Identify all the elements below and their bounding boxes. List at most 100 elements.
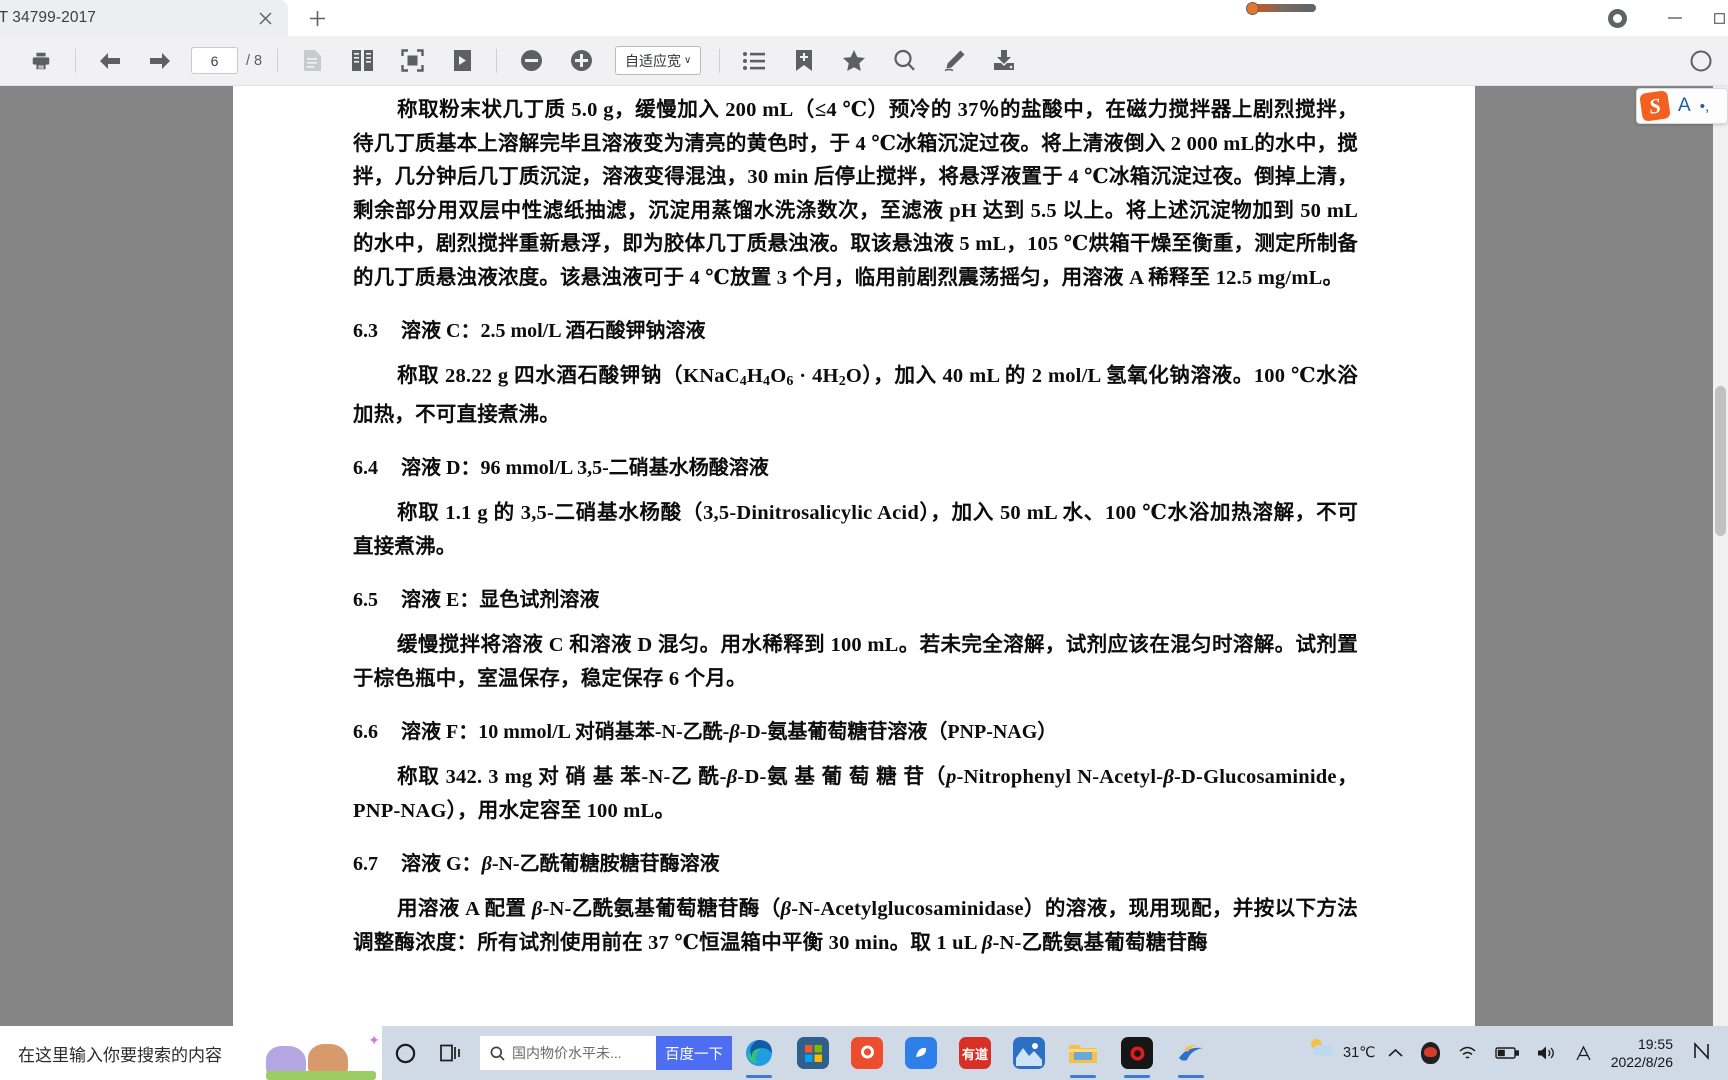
section-heading: 6.5 溶液 E：显色试剂溶液 [353,585,1358,615]
clock-date: 2022/8/26 [1610,1054,1673,1070]
taskbar-app-photos[interactable] [1002,1026,1056,1080]
chevron-up-icon[interactable] [1379,1026,1412,1080]
taskbar-app-blue-swoosh[interactable] [1164,1026,1218,1080]
page-navigation: / 8 [191,47,262,74]
zoom-level-select[interactable]: 自适应宽 ∨ [615,46,702,75]
blue-note-icon [905,1037,937,1069]
maximize-button[interactable] [1706,0,1728,36]
weather-temperature: 31℃ [1343,1045,1376,1061]
section-heading: 6.6 溶液 F：10 mmol/L 对硝基苯-N-乙酰-β-D-氨基葡萄糖苷溶液… [353,717,1358,747]
tab-title: B T 34799-2017 [0,9,97,26]
tab-slider-widget[interactable] [1246,2,1316,15]
document-paragraph: 称取 28.22 g 四水酒石酸钾钠（KNaC4H4O6 · 4H2O），加入 … [353,365,1358,426]
section-number: 6.6 [353,721,378,744]
grass-illustration [266,1071,376,1080]
avatar [1607,8,1627,28]
section-number: 6.3 [353,320,378,342]
battery-icon[interactable] [1486,1026,1528,1080]
vertical-scrollbar[interactable] [1713,86,1728,1026]
sogou-logo-icon[interactable]: S [1639,90,1671,122]
taskbar-app-microsoft-store[interactable] [786,1026,840,1080]
single-page-icon[interactable] [294,43,330,79]
section-title: 溶液 F：10 mmol/L 对硝基苯-N-乙酰-β-D-氨基葡萄糖苷溶液（PN… [401,721,1058,744]
arrow-right-icon[interactable] [142,43,178,79]
document-paragraph: 称取 1.1 g 的 3,5-二硝基水杨酸（3,5-Dinitrosalicyl… [353,502,1358,558]
section-heading: 6.3 溶液 C：2.5 mol/L 酒石酸钾钠溶液 [353,316,1358,346]
taskbar-app-file-explorer[interactable] [1056,1026,1110,1080]
task-view-icon[interactable] [428,1026,474,1080]
ime-mode-label[interactable]: A [1678,95,1691,117]
outline-list-icon[interactable] [736,43,772,79]
zoom-level-label: 自适应宽 [624,52,681,69]
weather-widget[interactable]: 31℃ [1307,1026,1379,1080]
taskbar-app-orange[interactable] [840,1026,894,1080]
profile-avatar[interactable] [1602,0,1632,36]
pdf-toolbar: / 8 [0,36,1728,86]
baidu-search-input[interactable]: 国内物价水平未... [480,1036,656,1070]
minimize-button[interactable] [1660,0,1690,36]
zoom-in-icon[interactable] [563,43,599,79]
presentation-icon[interactable] [444,43,480,79]
document-paragraph: 缓慢搅拌将溶液 C 和溶液 D 混匀。用水稀释到 100 mL。若未完全溶解，试… [353,634,1358,690]
baidu-search-button[interactable]: 百度一下 [656,1036,732,1070]
toolbar-divider [277,48,279,73]
more-icon[interactable] [1683,43,1719,79]
section-heading: 6.7 溶液 G：β-N-乙酰葡糖胺糖苷酶溶液 [353,849,1358,879]
page-number-input[interactable] [191,47,238,74]
windows-taskbar: 在这里输入你要搜索的内容 ✦ 国内物价水平未... 百度一下 有道 31℃ 19… [0,1026,1728,1080]
arrow-left-icon[interactable] [92,43,128,79]
app-orange-icon [851,1037,883,1069]
slider-track [1252,4,1316,12]
app-dark-red-icon [1121,1037,1153,1069]
wifi-icon[interactable] [1449,1026,1486,1080]
pencil-icon[interactable] [936,43,972,79]
taskbar-app-blue-note[interactable] [894,1026,948,1080]
search-placeholder: 在这里输入你要搜索的内容 [18,1045,222,1065]
taskbar-search-box[interactable]: 在这里输入你要搜索的内容 ✦ [0,1026,382,1080]
pdf-page-content: 称取粉末状几丁质 5.0 g，缓慢加入 200 mL（≤4 ℃）预冷的 37％的… [353,94,1358,960]
browser-tab-strip: B T 34799-2017 [0,0,1728,36]
star-icon[interactable] [836,43,872,79]
taskbar-app-dark-red[interactable] [1110,1026,1164,1080]
volume-icon[interactable] [1528,1026,1566,1080]
print-icon[interactable] [23,43,59,79]
browser-tab[interactable]: B T 34799-2017 [0,0,288,36]
close-icon[interactable] [252,5,278,31]
document-paragraph: 称取粉末状几丁质 5.0 g，缓慢加入 200 mL（≤4 ℃）预冷的 37％的… [353,99,1358,289]
document-paragraph: 称取 342. 3 mg 对 硝 基 苯-N-乙 酰-β-D-氨 基 葡 萄 糖… [353,766,1358,822]
sparkle-icon: ✦ [368,1032,380,1048]
page-count-label: / 8 [246,52,263,69]
pdf-page: 称取粉末状几丁质 5.0 g，缓慢加入 200 mL（≤4 ℃）预冷的 37％的… [233,86,1475,1026]
weather-cloud-icon [1312,1045,1333,1056]
document-paragraph: 用溶液 A 配置 β-N-乙酰氨基葡萄糖苷酶（β-N-Acetylglucosa… [353,898,1358,954]
zoom-out-icon[interactable] [513,43,549,79]
youdao-icon: 有道 [959,1037,991,1069]
section-heading: 6.4 溶液 D：96 mmol/L 3,5-二硝基水杨酸溶液 [353,453,1358,483]
two-page-icon[interactable] [344,43,380,79]
notification-icon[interactable] [1683,1041,1720,1065]
taskbar-app-youdao[interactable]: 有道 [948,1026,1002,1080]
ime-punctuation-icon[interactable]: •, [1700,98,1709,115]
new-tab-button[interactable] [300,1,334,35]
ime-A-icon[interactable] [1566,1026,1601,1080]
slider-knob[interactable] [1246,2,1259,15]
cortana-circle-icon[interactable] [382,1026,428,1080]
fit-page-icon[interactable] [394,43,430,79]
qq-penguin-icon[interactable] [1412,1026,1449,1080]
scrollbar-thumb[interactable] [1715,386,1726,536]
baidu-query-text: 国内物价水平未... [512,1045,622,1061]
microsoft-store-icon [797,1037,829,1069]
taskbar-app-edge[interactable] [732,1026,786,1080]
taskbar-clock[interactable]: 19:55 2022/8/26 [1601,1035,1683,1071]
sogou-ime-floating-bar[interactable]: S A •, [1636,88,1728,124]
system-tray: 31℃ 19:55 2022/8/26 [1307,1026,1728,1080]
toolbar-right-group [1676,36,1726,86]
search-icon[interactable] [886,43,922,79]
clock-time: 19:55 [1637,1036,1673,1052]
photos-icon [1013,1037,1045,1069]
pdf-viewer[interactable]: 称取粉末状几丁质 5.0 g，缓慢加入 200 mL（≤4 ℃）预冷的 37％的… [0,86,1728,1026]
baidu-search-widget[interactable]: 国内物价水平未... 百度一下 [480,1036,732,1070]
bookmark-icon[interactable] [786,43,822,79]
download-icon[interactable] [986,43,1022,79]
section-number: 6.4 [353,457,378,480]
